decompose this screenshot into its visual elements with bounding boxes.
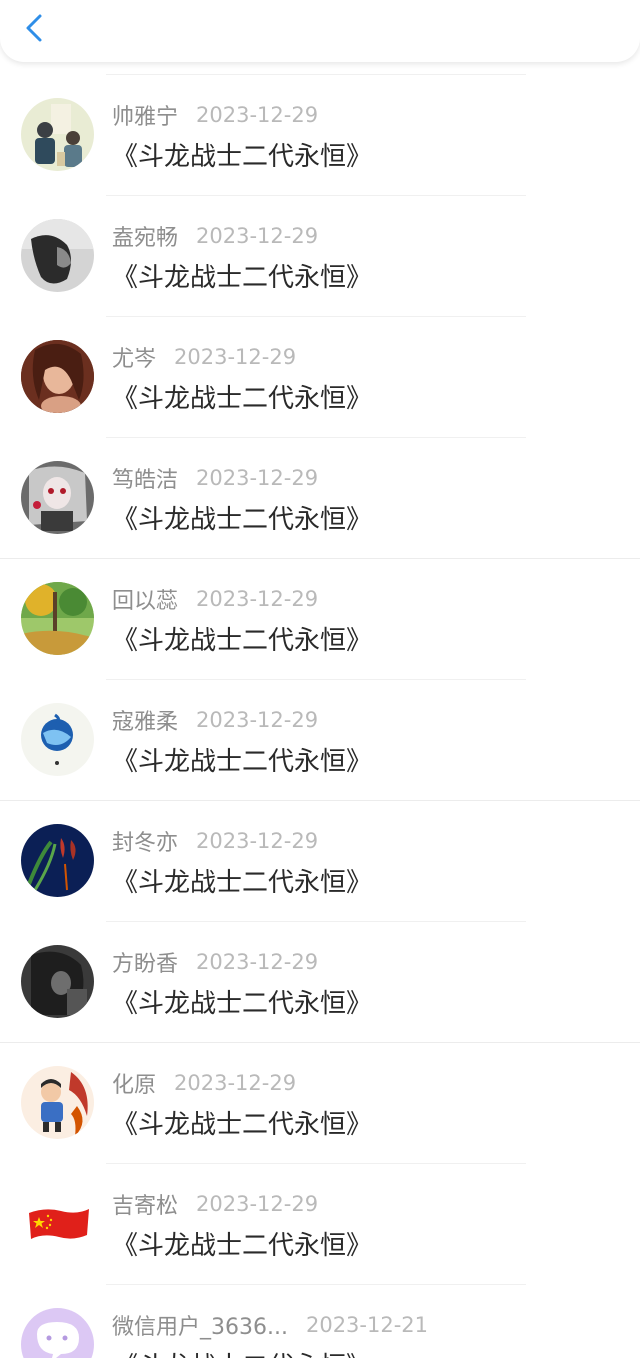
user-name: 吉寄松 — [112, 1194, 179, 1219]
avatar[interactable] — [21, 98, 94, 171]
avatar[interactable] — [21, 219, 94, 292]
user-name: 尤岑 — [112, 347, 157, 372]
avatar[interactable] — [21, 582, 94, 655]
list-item[interactable]: 微信用户_3636... 2023-12-21 《斗龙战士二代永恒》 — [0, 1284, 640, 1358]
list-item[interactable]: 帅雅宁 2023-12-29 《斗龙战士二代永恒》 — [0, 74, 640, 195]
list-item[interactable]: 笃皓洁 2023-12-29 《斗龙战士二代永恒》 — [0, 437, 640, 558]
comment-date: 2023-12-29 — [196, 829, 319, 853]
comments-page: 帅雅宁 2023-12-29 《斗龙战士二代永恒》 盍宛畅 2023-12-29… — [0, 0, 640, 1358]
list-item[interactable]: 盍宛畅 2023-12-29 《斗龙战士二代永恒》 — [0, 195, 640, 316]
list-item[interactable]: 吉寄松 2023-12-29 《斗龙战士二代永恒》 — [0, 1163, 640, 1284]
top-bar — [0, 0, 640, 62]
comment-date: 2023-12-29 — [174, 345, 297, 369]
avatar[interactable] — [21, 824, 94, 897]
comment-text: 《斗龙战士二代永恒》 — [112, 142, 373, 172]
avatar[interactable] — [21, 461, 94, 534]
list-item[interactable]: 化原 2023-12-29 《斗龙战士二代永恒》 — [0, 1042, 640, 1163]
comment-list: 帅雅宁 2023-12-29 《斗龙战士二代永恒》 盍宛畅 2023-12-29… — [0, 74, 640, 1358]
comment-text: 《斗龙战士二代永恒》 — [112, 989, 373, 1019]
comment-text: 《斗龙战士二代永恒》 — [112, 384, 373, 414]
comment-date: 2023-12-29 — [196, 466, 319, 490]
comment-text: 《斗龙战士二代永恒》 — [112, 626, 373, 656]
comment-text: 《斗龙战士二代永恒》 — [112, 1110, 373, 1140]
comment-text: 《斗龙战士二代永恒》 — [112, 868, 373, 898]
comment-date: 2023-12-29 — [196, 224, 319, 248]
comment-text: 《斗龙战士二代永恒》 — [112, 263, 373, 293]
user-name: 盍宛畅 — [112, 226, 179, 251]
comment-text: 《斗龙战士二代永恒》 — [112, 505, 373, 535]
avatar[interactable] — [21, 703, 94, 776]
list-item[interactable]: 寇雅柔 2023-12-29 《斗龙战士二代永恒》 — [0, 679, 640, 800]
user-name: 寇雅柔 — [112, 710, 179, 735]
comment-date: 2023-12-21 — [305, 1313, 429, 1337]
list-item[interactable]: 回以蕊 2023-12-29 《斗龙战士二代永恒》 — [0, 558, 640, 679]
comment-text: 《斗龙战士二代永恒》 — [112, 747, 373, 777]
user-name: 方盼香 — [112, 952, 179, 977]
list-item[interactable]: 封冬亦 2023-12-29 《斗龙战士二代永恒》 — [0, 800, 640, 921]
list-item[interactable]: 尤岑 2023-12-29 《斗龙战士二代永恒》 — [0, 316, 640, 437]
comment-date: 2023-12-29 — [196, 950, 319, 974]
user-name: 封冬亦 — [112, 831, 179, 856]
user-name: 回以蕊 — [112, 589, 179, 614]
avatar[interactable] — [21, 1308, 94, 1358]
avatar[interactable] — [21, 340, 94, 413]
user-name: 化原 — [112, 1073, 157, 1098]
comment-text: 《斗龙战士二代永恒》 — [112, 1346, 372, 1358]
comment-date: 2023-12-29 — [196, 587, 319, 611]
user-name: 帅雅宁 — [112, 105, 179, 130]
chevron-left-icon — [26, 14, 42, 42]
back-button[interactable] — [14, 6, 54, 50]
comment-date: 2023-12-29 — [196, 1192, 319, 1216]
comment-date: 2023-12-29 — [196, 103, 319, 127]
user-name: 微信用户_3636... — [112, 1315, 288, 1340]
list-item[interactable]: 方盼香 2023-12-29 《斗龙战士二代永恒》 — [0, 921, 640, 1042]
avatar[interactable] — [21, 1066, 94, 1139]
user-name: 笃皓洁 — [112, 468, 179, 493]
avatar[interactable] — [21, 1187, 94, 1260]
comment-date: 2023-12-29 — [196, 708, 319, 732]
comment-text: 《斗龙战士二代永恒》 — [112, 1231, 373, 1261]
comment-date: 2023-12-29 — [174, 1071, 297, 1095]
avatar[interactable] — [21, 945, 94, 1018]
